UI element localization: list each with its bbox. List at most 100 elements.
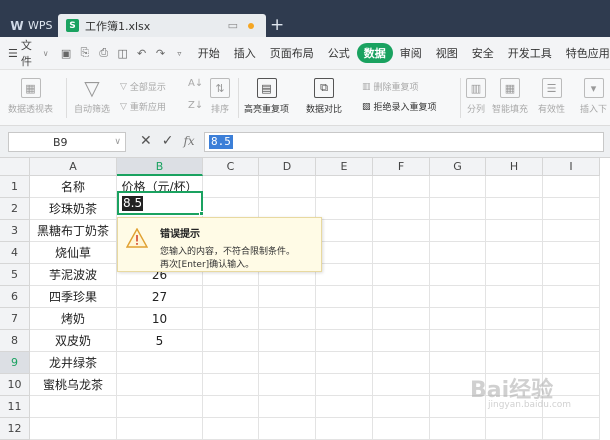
formula-input[interactable]: 8.5 <box>204 132 604 152</box>
sort-asc-button[interactable]: A↓ <box>188 78 203 89</box>
cancel-icon[interactable]: ✕ <box>140 133 152 149</box>
insert-dropdown-button[interactable]: ▾ 插入下 <box>580 78 607 115</box>
cell-e5[interactable] <box>316 264 373 286</box>
cell-b6[interactable]: 27 <box>117 286 203 308</box>
cell-d9[interactable] <box>259 352 316 374</box>
column-header-b[interactable]: B <box>117 158 203 176</box>
column-header-h[interactable]: H <box>486 158 543 176</box>
cell-i3[interactable] <box>543 220 600 242</box>
reject-duplicates-button[interactable]: ▧ 拒绝录入重复项 <box>362 100 437 114</box>
cell-i8[interactable] <box>543 330 600 352</box>
cell-e7[interactable] <box>316 308 373 330</box>
cell-g7[interactable] <box>430 308 486 330</box>
cell-b10[interactable] <box>117 374 203 396</box>
cell-c7[interactable] <box>203 308 259 330</box>
cell-a1[interactable]: 名称 <box>30 176 117 198</box>
cell-i9[interactable] <box>543 352 600 374</box>
cell-a2[interactable]: 珍珠奶茶 <box>30 198 117 220</box>
function-icon[interactable]: fx <box>183 134 194 148</box>
cell-c11[interactable] <box>203 396 259 418</box>
cell-c6[interactable] <box>203 286 259 308</box>
cell-e6[interactable] <box>316 286 373 308</box>
tab-security[interactable]: 安全 <box>465 43 501 63</box>
cell-h7[interactable] <box>486 308 543 330</box>
cell-i4[interactable] <box>543 242 600 264</box>
cell-f12[interactable] <box>373 418 430 440</box>
chevron-down-icon[interactable]: ∨ <box>114 137 121 147</box>
cell-f6[interactable] <box>373 286 430 308</box>
cell-i7[interactable] <box>543 308 600 330</box>
cell-h2[interactable] <box>486 198 543 220</box>
tab-review[interactable]: 审阅 <box>393 43 429 63</box>
cell-i5[interactable] <box>543 264 600 286</box>
cell-g4[interactable] <box>430 242 486 264</box>
cell-i6[interactable] <box>543 286 600 308</box>
cell-b12[interactable] <box>117 418 203 440</box>
tab-formulas[interactable]: 公式 <box>321 43 357 63</box>
row-header-10[interactable]: 10 <box>0 374 30 396</box>
cell-d12[interactable] <box>259 418 316 440</box>
cell-a6[interactable]: 四季珍果 <box>30 286 117 308</box>
cell-g1[interactable] <box>430 176 486 198</box>
show-all-button[interactable]: ▽ 全部显示 <box>120 80 166 94</box>
file-menu[interactable]: ☰ 文件 ∨ <box>8 37 49 69</box>
cell-f11[interactable] <box>373 396 430 418</box>
cell-i2[interactable] <box>543 198 600 220</box>
cell-d1[interactable] <box>259 176 316 198</box>
tab-insert[interactable]: 插入 <box>227 43 263 63</box>
reapply-button[interactable]: ▽ 重新应用 <box>120 100 166 114</box>
cell-g8[interactable] <box>430 330 486 352</box>
redo-icon[interactable]: ↷ <box>153 45 168 61</box>
pivot-table-button[interactable]: ▦ 数据透视表 <box>8 78 53 115</box>
cell-a9[interactable]: 龙井绿茶 <box>30 352 117 374</box>
cell-g6[interactable] <box>430 286 486 308</box>
confirm-icon[interactable]: ✓ <box>162 133 174 149</box>
row-header-11[interactable]: 11 <box>0 396 30 418</box>
cell-g12[interactable] <box>430 418 486 440</box>
cell-h3[interactable] <box>486 220 543 242</box>
cell-d11[interactable] <box>259 396 316 418</box>
row-header-2[interactable]: 2 <box>0 198 30 220</box>
cell-c10[interactable] <box>203 374 259 396</box>
tab-developer[interactable]: 开发工具 <box>501 43 559 63</box>
cell-f9[interactable] <box>373 352 430 374</box>
row-header-6[interactable]: 6 <box>0 286 30 308</box>
cell-h6[interactable] <box>486 286 543 308</box>
tab-home[interactable]: 开始 <box>191 43 227 63</box>
cell-a3[interactable]: 黑糖布丁奶茶 <box>30 220 117 242</box>
tab-data[interactable]: 数据 <box>356 43 393 63</box>
tab-view[interactable]: 视图 <box>429 43 465 63</box>
cell-h1[interactable] <box>486 176 543 198</box>
cell-b9[interactable] <box>117 352 203 374</box>
split-column-button[interactable]: ▥ 分列 <box>466 78 486 115</box>
row-header-1[interactable]: 1 <box>0 176 30 198</box>
cell-e2[interactable] <box>316 198 373 220</box>
cell-f7[interactable] <box>373 308 430 330</box>
cell-d7[interactable] <box>259 308 316 330</box>
column-header-i[interactable]: I <box>543 158 600 176</box>
cell-e9[interactable] <box>316 352 373 374</box>
remove-duplicates-button[interactable]: ▥ 删除重复项 <box>362 80 419 94</box>
wps-home-tab[interactable]: W WPS <box>4 14 58 37</box>
cell-f2[interactable] <box>373 198 430 220</box>
preview-icon[interactable]: ◫ <box>115 45 130 61</box>
cell-a12[interactable] <box>30 418 117 440</box>
name-box[interactable]: B9 ∨ <box>8 132 126 152</box>
column-header-g[interactable]: G <box>430 158 486 176</box>
column-header-f[interactable]: F <box>373 158 430 176</box>
cell-g5[interactable] <box>430 264 486 286</box>
cell-f8[interactable] <box>373 330 430 352</box>
cell-h12[interactable] <box>486 418 543 440</box>
cell-c12[interactable] <box>203 418 259 440</box>
cell-i12[interactable] <box>543 418 600 440</box>
cell-a10[interactable]: 蜜桃乌龙茶 <box>30 374 117 396</box>
cell-a7[interactable]: 烤奶 <box>30 308 117 330</box>
sort-desc-button[interactable]: Z↓ <box>188 100 203 111</box>
highlight-duplicates-button[interactable]: ▤ 高亮重复项 <box>244 78 289 115</box>
cell-h5[interactable] <box>486 264 543 286</box>
cell-f4[interactable] <box>373 242 430 264</box>
cell-h9[interactable] <box>486 352 543 374</box>
cell-c9[interactable] <box>203 352 259 374</box>
column-header-c[interactable]: C <box>203 158 259 176</box>
cell-b11[interactable] <box>117 396 203 418</box>
